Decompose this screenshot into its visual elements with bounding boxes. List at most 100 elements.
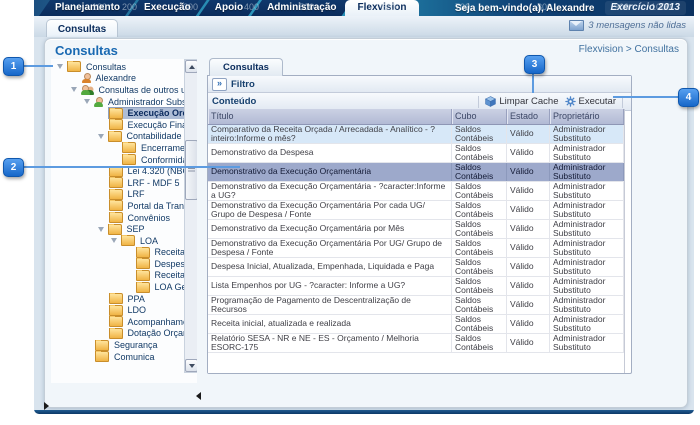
content-tab-consultas[interactable]: Consultas	[209, 58, 283, 76]
tree-item-administrador-substituto[interactable]: Administrador Substituto	[51, 96, 184, 108]
tree-item-lrf[interactable]: LRF	[51, 189, 184, 201]
column-header-proprietario[interactable]: Proprietário	[550, 109, 624, 124]
tree-item-content: Acompanhamento	[109, 316, 185, 327]
filter-bar[interactable]: » Filtro	[208, 76, 631, 93]
tree-item-content: Segurança	[95, 340, 184, 351]
table-row[interactable]: Lista Empenhos por UG - ?caracter: Infor…	[208, 277, 624, 296]
expand-filter-icon[interactable]: »	[212, 78, 227, 91]
breadcrumb[interactable]: Flexvision > Consultas	[579, 44, 679, 55]
tree-item-dotacao-orcamentar[interactable]: Dotação Orçamentár	[51, 328, 184, 340]
splitter-collapse-left-icon[interactable]	[196, 392, 201, 400]
unread-messages-text: 3 mensagens não lidas	[588, 20, 686, 31]
menu-tab-planejamento[interactable]: Planejamento	[39, 0, 136, 16]
callout-badge-4: 4	[678, 88, 699, 107]
scroll-up-button[interactable]	[185, 60, 197, 73]
tree-item-ldo[interactable]: LDO	[51, 304, 184, 316]
exercise-selector[interactable]: Exercício 2013	[605, 1, 687, 15]
table-row[interactable]: Programação de Pagamento de Descentraliz…	[208, 296, 624, 315]
tree-item-content: LRF - MDF 5	[109, 177, 185, 188]
table-cell-proprietario: Administrador Substituto	[550, 239, 624, 257]
expanded-triangle-icon[interactable]	[111, 238, 117, 243]
scroll-down-button[interactable]	[185, 359, 197, 372]
column-header-cubo[interactable]: Cubo	[452, 109, 507, 124]
expanded-triangle-icon[interactable]	[57, 64, 63, 69]
tree-item-label: Dotação Orçamentár	[126, 328, 185, 338]
tree-item-content: Consultas de outros usuários	[81, 85, 185, 95]
expanded-triangle-icon[interactable]	[84, 99, 90, 104]
folder-icon	[136, 258, 150, 269]
vertical-scroll-thumb[interactable]	[185, 140, 197, 200]
table-cell-cubo: Saldos Contábeis	[452, 277, 507, 295]
tree-item-content: Encerramento	[122, 142, 184, 153]
table-row[interactable]: Despesa Inicial, Atualizada, Empenhada, …	[208, 258, 624, 277]
table-row[interactable]: Demonstrativo da Execução Orçamentária P…	[208, 239, 624, 258]
tree-item-execucao-financeira[interactable]: Execução Financeira	[51, 119, 184, 131]
topbar-right: Seja bem-vindo(a), Alexandre Exercício 2…	[455, 0, 686, 16]
table-row[interactable]: Demonstrativo da DespesaSaldos Contábeis…	[208, 144, 624, 163]
tree-item-receitas[interactable]: Receitas	[51, 247, 184, 259]
expanded-triangle-icon[interactable]	[98, 227, 104, 232]
callout-badge-3: 3	[524, 55, 545, 74]
callout-line-4	[613, 96, 679, 98]
table-row[interactable]: Demonstrativo da Execução Orçamentária p…	[208, 220, 624, 239]
splitter-collapse-right-icon[interactable]	[44, 402, 49, 410]
tree-item-loa[interactable]: LOA	[51, 235, 184, 247]
tree-item-alexandre[interactable]: Alexandre	[51, 73, 184, 85]
folder-icon	[109, 119, 123, 130]
tree-item-portal-da-transparencia[interactable]: Portal da Transparência	[51, 200, 184, 212]
table-cell-cubo: Saldos Contábeis	[452, 220, 507, 238]
table-cell-cubo: Saldos Contábeis	[452, 296, 507, 314]
expanded-triangle-icon[interactable]	[71, 87, 77, 92]
column-header-estado[interactable]: Estado	[507, 109, 550, 124]
tree-item-convenios[interactable]: Convênios	[51, 212, 184, 224]
menu-tab-execucao[interactable]: Execução	[128, 0, 207, 16]
tree-item-consultas[interactable]: Consultas	[51, 61, 184, 73]
tree-item-content: PPA	[109, 293, 185, 304]
menu-tab-flexvision[interactable]: Flexvision	[345, 0, 420, 16]
table-cell-cubo: Saldos Contábeis	[452, 163, 507, 181]
table-cell-estado: Válido	[507, 296, 550, 314]
tree-vertical-scrollbar[interactable]	[184, 59, 197, 373]
table-row[interactable]: Comparativo da Receita Orçada / Arrecada…	[208, 125, 624, 144]
toolbar-buttons: Limpar Cache	[478, 96, 627, 108]
tab-consultas[interactable]: Consultas	[46, 19, 118, 38]
table-row[interactable]: Relatório SESA - NR e NE - ES - Orçament…	[208, 334, 624, 353]
folder-icon	[108, 224, 122, 235]
tree-item-content: Comunica	[95, 351, 184, 362]
column-header-titulo[interactable]: Título	[208, 109, 452, 124]
table-row[interactable]: Receita inicial, atualizada e realizadaS…	[208, 315, 624, 334]
menu-tab-apoio[interactable]: Apoio	[199, 0, 259, 16]
tree-item-loa-gerenciais[interactable]: LOA Gerenciais	[51, 281, 184, 293]
arrow-up-icon	[189, 65, 195, 69]
executar-button[interactable]: Executar	[565, 96, 617, 107]
welcome-text: Seja bem-vindo(a), Alexandre	[455, 3, 595, 14]
expanded-triangle-icon[interactable]	[98, 134, 104, 139]
table-row[interactable]: Demonstrativo da Execução OrçamentáriaSa…	[208, 163, 624, 182]
tree-item-lrf-mdf-5[interactable]: LRF - MDF 5	[51, 177, 184, 189]
gear-icon	[565, 96, 576, 107]
table-cell-estado: Válido	[507, 220, 550, 238]
tree-item-encerramento[interactable]: Encerramento	[51, 142, 184, 154]
table-row[interactable]: Demonstrativo da Execução Orçamentária P…	[208, 201, 624, 220]
table-row[interactable]: Demonstrativo da Execução Orçamentária -…	[208, 182, 624, 201]
unread-messages-link[interactable]: 3 mensagens não lidas	[569, 20, 686, 31]
tree-item-label: Acompanhamento	[126, 317, 185, 327]
tree-item-conformidade[interactable]: Conformidade	[51, 154, 184, 166]
menu-tab-administracao[interactable]: Administração	[251, 0, 352, 16]
tree-item-execucao-orcament[interactable]: Execução Orçament	[51, 107, 184, 119]
table-cell-proprietario: Administrador Substituto	[550, 334, 624, 352]
tree-item-consultas-de-outros-usuarios[interactable]: Consultas de outros usuários	[51, 84, 184, 96]
tree-item-seguranca[interactable]: Segurança	[51, 339, 184, 351]
tree-item-contabilidade[interactable]: Contabilidade	[51, 131, 184, 143]
content-header-label: Conteúdo	[212, 96, 256, 107]
tree-item-label: Execução Financeira	[126, 120, 185, 130]
tree-item-label: LRF - MDF 5	[126, 178, 182, 188]
tree-item-sep[interactable]: SEP	[51, 223, 184, 235]
limpar-cache-button[interactable]: Limpar Cache	[485, 96, 558, 107]
tree-item-content: Consultas	[67, 61, 184, 72]
tree-item-acompanhamento[interactable]: Acompanhamento	[51, 316, 184, 328]
tree-item-receita-x-despes[interactable]: Receita X Despes	[51, 270, 184, 282]
tree-item-ppa[interactable]: PPA	[51, 293, 184, 305]
tree-item-comunica[interactable]: Comunica	[51, 351, 184, 363]
tree-item-despesas[interactable]: Despesas	[51, 258, 184, 270]
